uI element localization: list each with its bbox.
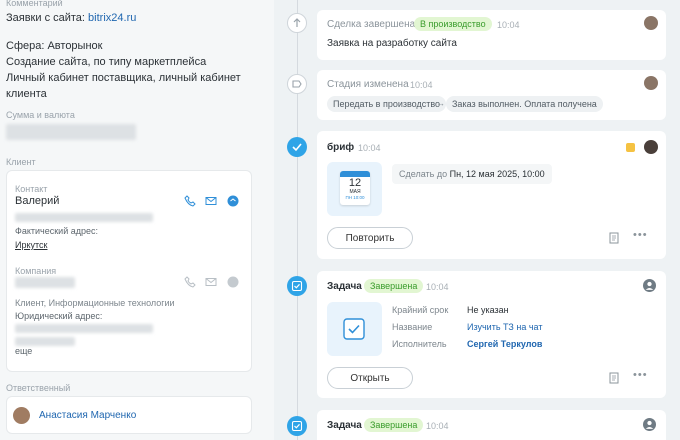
more-menu-icon[interactable]: ••• <box>633 229 648 241</box>
deal-completed-card: Сделка завершена В производство 10:04 За… <box>317 10 666 60</box>
company-address-blurred-1 <box>15 324 153 333</box>
client-card: Контакт Валерий Фактический адрес: Иркут… <box>6 170 252 372</box>
comment-line-4: Личный кабинет поставщика, личный кабине… <box>6 72 241 84</box>
stage-changed-card: Стадия изменена 10:04 Передать в произво… <box>317 70 666 120</box>
stage-time: 10:04 <box>410 80 433 90</box>
task1-name-key: Название <box>392 322 433 332</box>
responsible-label: Ответственный <box>6 383 71 393</box>
task2-time: 10:04 <box>426 421 449 431</box>
calendar-day: 12 <box>348 177 362 189</box>
timeline-node-deal <box>287 13 307 33</box>
calendar-time: ПН 10:00 <box>345 195 365 200</box>
repeat-button[interactable]: Повторить <box>327 227 413 249</box>
stage-title: Стадия изменена <box>327 79 409 90</box>
task2-label: Задача <box>327 420 362 431</box>
deal-text: Заявка на разработку сайта <box>327 38 457 49</box>
company-more-link[interactable]: еще <box>15 343 32 359</box>
brief-title: бриф <box>327 142 355 153</box>
task1-executor-key: Исполнитель <box>392 339 447 349</box>
calendar-icon: 12 МАЯ ПН 10:00 <box>340 171 370 205</box>
contact-name[interactable]: Валерий <box>15 193 59 209</box>
arrow-up-icon <box>293 18 301 27</box>
comment-link[interactable]: bitrix24.ru <box>88 12 136 24</box>
timeline-line <box>297 0 298 440</box>
task1-icon-box <box>327 302 382 356</box>
comment-line-2: Сфера: Авторынок <box>6 40 103 52</box>
deadline-prefix: Сделать до <box>399 169 450 179</box>
brief-calendar-box: 12 МАЯ ПН 10:00 <box>327 162 382 216</box>
task1-time: 10:04 <box>426 282 449 292</box>
more-menu-icon[interactable]: ••• <box>633 369 648 381</box>
deal-author-avatar[interactable] <box>644 16 658 30</box>
task1-name-link[interactable]: Изучить ТЗ на чат <box>467 322 542 332</box>
document-icon[interactable] <box>608 372 620 384</box>
task1-executor-link[interactable]: Сергей Теркулов <box>467 339 542 349</box>
task-check-icon <box>291 420 303 432</box>
responsible-card[interactable]: Анастасия Марченко <box>6 396 252 434</box>
deal-time: 10:04 <box>497 20 520 30</box>
contact-address-value[interactable]: Иркутск <box>15 237 47 253</box>
company-name-blurred[interactable] <box>15 277 75 288</box>
comment-label: Комментарий <box>6 0 63 8</box>
timeline-node-stage <box>287 74 307 94</box>
chat-icon-disabled <box>227 276 239 288</box>
brief-deadline[interactable]: Сделать до Пн, 12 мая 2025, 10:00 <box>392 164 552 184</box>
deadline-value: Пн, 12 мая 2025, 10:00 <box>449 169 545 179</box>
brief-time: 10:04 <box>358 143 381 153</box>
stage-from-pill: Передать в производство <box>327 96 447 112</box>
email-icon[interactable] <box>205 195 217 207</box>
task1-deadline-key: Крайний срок <box>392 305 449 315</box>
user-avatar-icon[interactable] <box>643 279 656 292</box>
amount-label: Сумма и валюта <box>6 110 75 120</box>
task1-deadline-value: Не указан <box>467 305 509 315</box>
deal-status-badge: В производство <box>414 17 492 31</box>
comment-line-5: клиента <box>6 88 47 100</box>
timeline-node-task-1 <box>287 276 307 296</box>
responsible-name[interactable]: Анастасия Марченко <box>39 408 136 424</box>
brief-activity-card: бриф 10:04 12 МАЯ ПН 10:00 Сделать до Пн… <box>317 131 666 259</box>
timeline-node-brief <box>287 137 307 157</box>
stage-tag-icon <box>292 80 302 88</box>
task-checkbox-icon <box>343 318 365 340</box>
stage-arrow-icon: → <box>436 98 445 108</box>
task-card-2: Задача Завершена 10:04 <box>317 410 666 440</box>
company-address-label: Юридический адрес: <box>15 311 103 321</box>
comment-line-3: Создание сайта, по типу маркетплейса <box>6 56 207 68</box>
contact-phone-blurred <box>15 213 153 222</box>
email-icon-disabled <box>205 278 217 286</box>
comment-prefix: Заявки с сайта: <box>6 12 89 24</box>
phone-icon-disabled <box>184 276 196 288</box>
task-card-1: Задача Завершена 10:04 Крайний срок Не у… <box>317 271 666 398</box>
amount-value-blurred <box>6 124 136 140</box>
responsible-avatar <box>13 407 30 424</box>
open-task-button[interactable]: Открыть <box>327 367 413 389</box>
comment-line-1: Заявки с сайта: bitrix24.ru <box>6 10 136 26</box>
client-label: Клиент <box>6 157 36 167</box>
document-icon[interactable] <box>608 232 620 244</box>
task2-status-badge: Завершена <box>364 418 424 432</box>
phone-icon[interactable] <box>184 195 196 207</box>
task-check-icon <box>291 280 303 292</box>
stage-author-avatar[interactable] <box>644 76 658 90</box>
brief-color-marker[interactable] <box>626 143 635 152</box>
stage-to-pill: Заказ выполнен. Оплата получена <box>446 96 603 112</box>
entity-details-panel: Комментарий Заявки с сайта: bitrix24.ru … <box>0 0 274 440</box>
brief-author-avatar[interactable] <box>644 140 658 154</box>
company-type-label: Компания <box>15 266 57 276</box>
user-avatar-icon[interactable] <box>643 418 656 431</box>
task1-label: Задача <box>327 281 362 292</box>
timeline-node-task-2 <box>287 416 307 436</box>
chat-icon[interactable] <box>227 195 239 207</box>
check-icon <box>292 143 302 152</box>
task1-status-badge: Завершена <box>364 279 424 293</box>
deal-title: Сделка завершена <box>327 19 416 30</box>
